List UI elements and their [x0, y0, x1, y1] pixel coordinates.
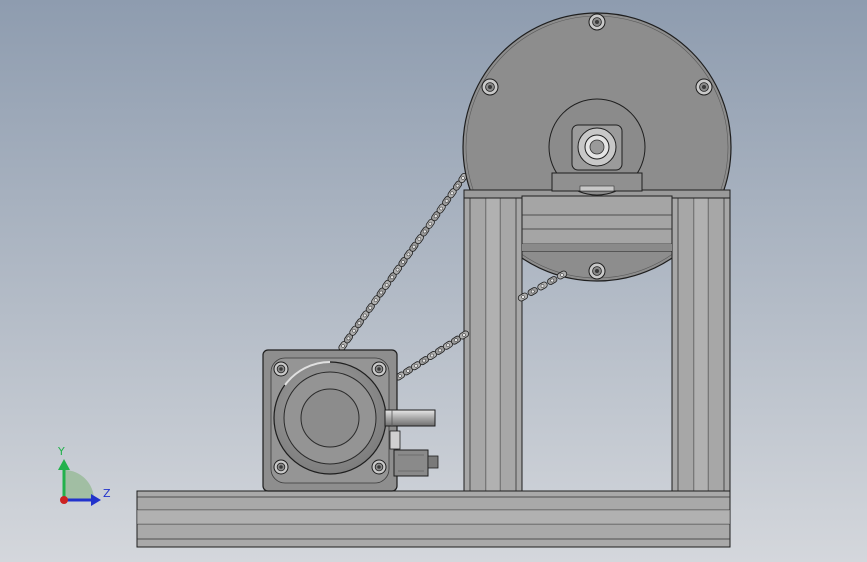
- motor-shaft[interactable]: [384, 409, 436, 427]
- 3d-viewport[interactable]: Y Z: [0, 0, 867, 562]
- y-axis-arrow-icon: [58, 459, 70, 470]
- frame-crossbar-middle[interactable]: [521, 195, 673, 252]
- base-extrusion[interactable]: [136, 490, 731, 548]
- z-axis-label: Z: [103, 487, 111, 500]
- motor-connector[interactable]: [389, 430, 439, 477]
- coordinate-triad: [58, 459, 101, 506]
- y-axis-label: Y: [57, 445, 65, 458]
- chain-upper: [338, 172, 468, 352]
- frame-post-left[interactable]: [463, 189, 523, 492]
- frame-post-right[interactable]: [671, 189, 731, 492]
- bearing-hub[interactable]: [548, 98, 646, 196]
- z-axis-arrow-icon: [91, 494, 101, 506]
- x-axis-origin-icon: [60, 496, 68, 504]
